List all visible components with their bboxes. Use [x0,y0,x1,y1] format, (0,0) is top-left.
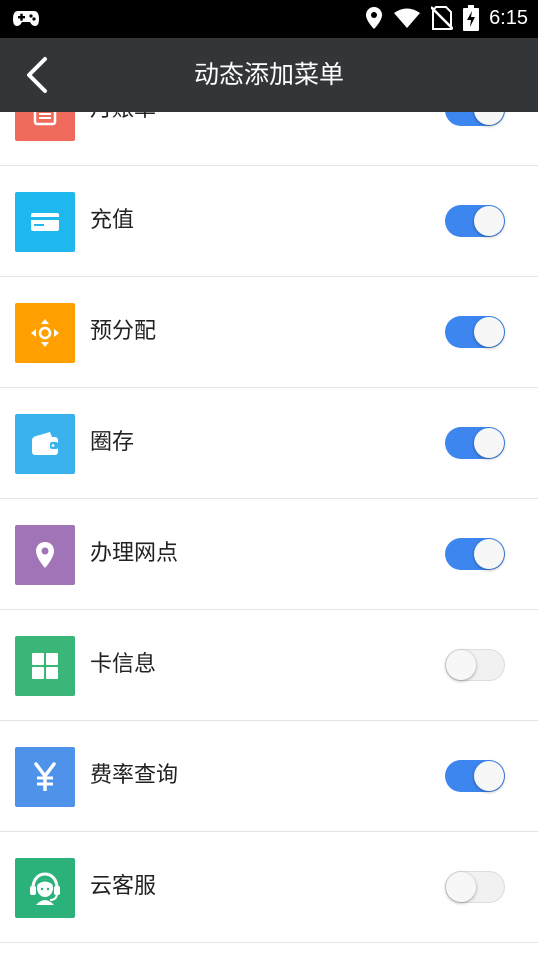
bill-icon [15,112,75,141]
menu-item-label: 费率查询 [90,763,179,788]
menu-item-label: 云客服 [90,874,157,899]
menu-item-label: 预分配 [90,319,157,344]
menu-item-deposit: 圈存 [0,388,538,499]
menu-item-card-info: 卡信息 [0,610,538,721]
menu-list[interactable]: 月账单 充值 [0,112,538,958]
arrows-move-icon [15,303,75,363]
menu-item-toggle[interactable] [445,205,505,237]
menu-item-label: 圈存 [90,430,135,455]
nav-bar: 动态添加菜单 [0,38,538,112]
status-right: 6:15 [365,5,528,31]
menu-item-label: 卡信息 [90,652,157,677]
menu-item-toggle[interactable] [445,427,505,459]
menu-item-label: 充值 [90,208,135,233]
menu-item-toggle[interactable] [445,871,505,903]
back-button[interactable] [14,52,60,98]
status-time: 6:15 [489,6,528,29]
menu-item-service-outlets: 办理网点 [0,499,538,610]
wallet-icon [15,414,75,474]
headset-icon [15,858,75,918]
chevron-left-icon [27,57,47,93]
menu-item-preallocate: 预分配 [0,277,538,388]
page-title: 动态添加菜单 [193,60,344,89]
menu-item-toggle[interactable] [445,316,505,348]
menu-item-monthly-bill: 月账单 [0,112,538,166]
status-bar: 6:15 [0,0,538,38]
card-icon [15,192,75,252]
menu-item-toggle[interactable] [445,112,505,126]
menu-item-recharge: 充值 [0,166,538,277]
map-pin-icon [15,525,75,585]
menu-item-label: 办理网点 [90,541,179,566]
menu-item-rate-inquiry: 费率查询 [0,721,538,832]
yen-icon [15,747,75,807]
no-sim-icon [431,6,454,30]
menu-item-toggle[interactable] [445,538,505,570]
grid-icon [15,636,75,696]
battery-charging-icon [463,5,480,31]
wifi-icon [394,8,421,28]
gamepad-icon [13,11,39,26]
menu-item-toggle[interactable] [445,649,505,681]
menu-item-cloud-service: 云客服 [0,832,538,943]
menu-item-toggle[interactable] [445,760,505,792]
status-left [12,7,40,33]
menu-item-label: 月账单 [90,112,156,165]
location-icon [366,7,383,29]
